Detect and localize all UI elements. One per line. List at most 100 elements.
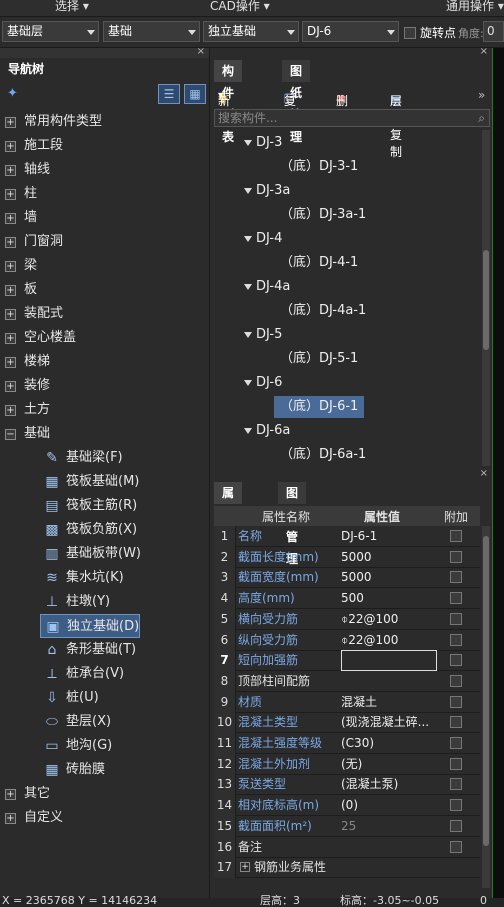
property-row[interactable]: 6 纵向受力筋 ⌽22@100: [214, 629, 480, 651]
list-view-icon[interactable]: ☰: [158, 84, 180, 104]
expand-icon[interactable]: +: [5, 141, 16, 152]
property-value[interactable]: [341, 857, 437, 878]
nav-item[interactable]: + 梁: [0, 254, 208, 278]
attach-checkbox[interactable]: [450, 757, 462, 770]
nav-item[interactable]: + 装修: [0, 374, 208, 398]
property-value[interactable]: 5000: [341, 547, 437, 568]
category-select[interactable]: 基础: [103, 21, 200, 42]
nav-subitem[interactable]: ▣ 独立基础(D): [40, 614, 141, 638]
attach-checkbox[interactable]: [450, 840, 462, 853]
property-value[interactable]: (C30): [341, 733, 437, 754]
property-value[interactable]: [341, 837, 437, 858]
component-item[interactable]: （底）DJ-3-1: [280, 156, 358, 178]
expand-icon[interactable]: +: [5, 309, 16, 320]
tab-property-list[interactable]: 属性列表: [214, 482, 243, 566]
attach-checkbox[interactable]: [450, 571, 462, 584]
menu-general[interactable]: 通用操作 ▾: [446, 0, 504, 14]
property-value[interactable]: 25: [341, 816, 437, 837]
component-search[interactable]: 搜索构件... ⌕: [214, 109, 490, 127]
attach-checkbox[interactable]: [450, 695, 462, 708]
property-row[interactable]: 11 混凝土强度等级 (C30): [214, 733, 480, 754]
tab-drawing-manage[interactable]: 图纸管理: [282, 60, 311, 144]
search-icon[interactable]: ⌕: [478, 110, 485, 126]
property-row[interactable]: 9 材质 混凝土: [214, 691, 480, 713]
property-value[interactable]: [341, 671, 437, 692]
nav-subitem[interactable]: ⬭ 垫层(X): [40, 710, 111, 734]
property-value[interactable]: 混凝土: [341, 692, 437, 713]
attach-checkbox[interactable]: [450, 778, 462, 791]
property-row[interactable]: 16 备注: [214, 836, 480, 858]
menu-cad[interactable]: CAD操作 ▾: [210, 0, 270, 14]
property-row[interactable]: 14 相对底标高(m) (0): [214, 795, 480, 817]
collapse-icon[interactable]: [244, 236, 252, 242]
component-item[interactable]: （底）DJ-3a-1: [280, 204, 366, 226]
attach-checkbox[interactable]: [450, 530, 462, 542]
expand-icon[interactable]: +: [5, 381, 16, 392]
expand-icon[interactable]: +: [5, 237, 16, 248]
collapse-icon[interactable]: [244, 284, 252, 290]
nav-item[interactable]: − 基础: [0, 422, 208, 446]
property-row[interactable]: 15 截面面积(m²) 25: [214, 815, 480, 837]
collapse-icon[interactable]: [244, 380, 252, 386]
component-group[interactable]: DJ-6a: [244, 420, 290, 442]
component-item[interactable]: （底）DJ-4a-1: [280, 300, 366, 322]
nav-subitem[interactable]: ▦ 筏板基础(M): [40, 470, 139, 494]
property-value[interactable]: 5000: [341, 567, 437, 588]
property-value[interactable]: ⌽22@100: [341, 609, 437, 630]
component-group[interactable]: DJ-5: [244, 324, 282, 346]
nav-item[interactable]: + 门窗洞: [0, 230, 208, 254]
expand-icon[interactable]: +: [5, 789, 16, 800]
attach-checkbox[interactable]: [450, 633, 462, 646]
scroll-thumb[interactable]: [483, 250, 489, 350]
expand-icon[interactable]: +: [5, 357, 16, 368]
nav-item[interactable]: + 自定义: [0, 806, 208, 830]
component-group[interactable]: DJ-4: [244, 228, 282, 250]
component-select[interactable]: DJ-6: [302, 21, 399, 42]
nav-subitem[interactable]: ▭ 地沟(G): [40, 734, 112, 758]
floor-select[interactable]: 基础层: [2, 21, 99, 42]
expand-icon[interactable]: +: [5, 813, 16, 824]
pin-icon[interactable]: ✦: [7, 86, 18, 101]
angle-input[interactable]: 0: [483, 21, 504, 42]
attach-checkbox[interactable]: [450, 550, 462, 563]
attach-checkbox[interactable]: [450, 654, 462, 667]
expand-icon[interactable]: +: [5, 117, 16, 128]
nav-subitem[interactable]: ▦ 砖胎膜: [40, 758, 105, 782]
nav-item[interactable]: + 楼梯: [0, 350, 208, 374]
nav-item[interactable]: + 土方: [0, 398, 208, 422]
grid-view-icon[interactable]: ▦: [184, 84, 206, 104]
property-row[interactable]: ···7短向加强筋: [214, 650, 480, 672]
component-item[interactable]: （底）DJ-5-1: [280, 348, 358, 370]
attach-checkbox[interactable]: [450, 716, 462, 729]
nav-item[interactable]: + 柱: [0, 182, 208, 206]
component-scrollbar[interactable]: [482, 130, 490, 466]
component-group[interactable]: DJ-4a: [244, 276, 290, 298]
nav-item[interactable]: + 常用构件类型: [0, 110, 208, 134]
expand-icon[interactable]: +: [5, 165, 16, 176]
menu-select[interactable]: 选择 ▾: [55, 0, 89, 14]
more-icon[interactable]: »: [478, 88, 485, 102]
property-row[interactable]: 12 混凝土外加剂 (无): [214, 753, 480, 775]
property-row[interactable]: 13 泵送类型 (混凝土泵): [214, 774, 480, 796]
expand-icon[interactable]: +: [5, 285, 16, 296]
property-row[interactable]: 4 高度(mm) 500: [214, 588, 480, 610]
collapse-icon[interactable]: −: [5, 429, 16, 440]
close-icon[interactable]: ×: [197, 46, 205, 57]
property-scrollbar[interactable]: [482, 526, 490, 888]
component-item[interactable]: （底）DJ-6-1: [274, 396, 365, 418]
property-value[interactable]: 500: [341, 588, 437, 609]
new-button[interactable]: ✚ 新建 ▾: [218, 88, 230, 125]
property-value[interactable]: [341, 650, 437, 672]
close-icon[interactable]: ×: [480, 468, 488, 479]
collapse-icon[interactable]: [244, 428, 252, 434]
nav-item[interactable]: + 施工段: [0, 134, 208, 158]
property-value[interactable]: (0): [341, 795, 437, 816]
collapse-icon[interactable]: [244, 140, 252, 146]
nav-item[interactable]: + 轴线: [0, 158, 208, 182]
property-row[interactable]: 5 横向受力筋 ⌽22@100: [214, 608, 480, 630]
nav-subitem[interactable]: ▥ 基础板带(W): [40, 542, 141, 566]
component-group[interactable]: DJ-3a: [244, 180, 290, 202]
property-row[interactable]: +17 钢筋业务属性: [214, 857, 480, 879]
rotate-checkbox[interactable]: [404, 25, 416, 39]
nav-item[interactable]: + 装配式: [0, 302, 208, 326]
